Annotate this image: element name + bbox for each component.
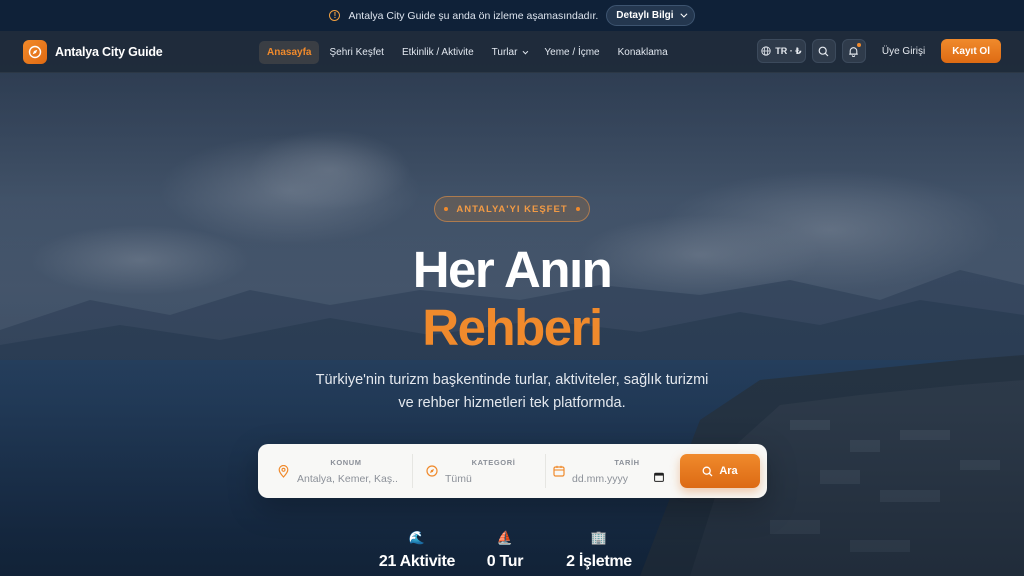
calendar-icon [553,465,565,477]
stat-label: 21 Aktivite [378,553,456,570]
date-input[interactable]: dd.mm.yyyy [572,473,642,485]
stat-tours: ⛵ 0 Tur [475,530,535,571]
search-icon [818,46,829,56]
announcement-text: Antalya City Guide şu anda ön izleme aşa… [348,9,599,22]
nav-item-tours[interactable]: Turlar [484,41,535,64]
hero-badge: ANTALYA'YI KEŞFET [434,196,590,222]
navbar: Antalya City Guide Anasayfa Şehri Keşfet… [0,31,1024,73]
location-input[interactable]: Antalya, Kemer, Kaş... [297,473,397,485]
login-link[interactable]: Üye Girişi [872,46,935,57]
search-submit-button[interactable]: Ara [680,454,760,488]
nav-item-home[interactable]: Anasayfa [259,41,320,64]
compass-icon [426,465,438,477]
stat-businesses: 🏢 2 İşletme [552,530,646,571]
hero-title-line1: Her Anın [412,241,613,298]
announcement-bar: ! Antalya City Guide şu anda ön izleme a… [0,0,1024,31]
hero-title-line2: Rehberi [422,299,603,356]
badge-dot [444,207,449,211]
notification-dot [856,43,861,47]
nav-item-food[interactable]: Yeme / İçme [536,41,607,64]
nav-item-label: Turlar [491,47,518,58]
hero-badge-text: ANTALYA'YI KEŞFET [456,203,568,215]
nav-item-label: Şehri Keşfet [329,47,384,58]
stat-label: 0 Tur [486,553,524,570]
nav-item-label: Etkinlik / Aktivite [401,47,474,58]
info-icon: ! [329,10,341,21]
badge-dot [575,207,580,211]
stat-activities: 🌊 21 Aktivite [368,530,466,571]
nav-item-accommodation[interactable]: Konaklama [610,41,676,64]
search-button-label: Ara [719,465,738,477]
search-card: KONUM Antalya, Kemer, Kaş... KATEGORİ Tü… [258,444,767,498]
signup-button[interactable]: Kayıt Ol [941,39,1001,63]
nav-item-label: Konaklama [617,47,668,58]
nav-item-events[interactable]: Etkinlik / Aktivite [394,41,482,64]
notifications-button[interactable] [841,39,866,63]
search-button[interactable] [811,39,836,63]
category-label: KATEGORİ [471,458,516,467]
nav-item-label: Yeme / İçme [544,47,600,58]
search-icon [702,466,713,476]
brand-link[interactable]: Antalya City Guide [23,40,163,64]
date-label: TARİH [614,458,640,467]
sailboat-icon: ⛵ [496,531,514,546]
location-field[interactable]: KONUM Antalya, Kemer, Kaş... [258,444,408,498]
brand-name: Antalya City Guide [55,45,163,59]
hero-subtitle: Türkiye'nin turizm başkentinde turlar, a… [315,372,709,411]
stat-label: 2 İşletme [566,553,632,570]
chevron-down-icon [522,48,529,54]
map-pin-icon [278,465,289,478]
chevron-down-icon [679,10,687,18]
category-select[interactable]: Tümü [445,473,525,485]
globe-icon [761,46,771,56]
field-divider [545,454,546,488]
nav-item-explore[interactable]: Şehri Keşfet [321,41,391,64]
location-label: KONUM [330,458,362,467]
calendar-picker-icon[interactable] [654,472,664,482]
bell-icon [849,46,859,57]
building-icon: 🏢 [590,531,608,546]
details-button[interactable]: Detaylı Bilgi [606,5,695,26]
signup-button-label: Kayıt Ol [952,45,990,57]
main-menu: Anasayfa Şehri Keşfet Etkinlik / Aktivit… [259,41,678,64]
compass-icon [23,40,47,64]
field-divider [412,454,413,488]
language-label: TR · ₺ [775,45,802,56]
nav-item-label: Anasayfa [267,47,312,58]
nav-actions: TR · ₺ Üye Girişi Kayıt Ol [756,39,1001,63]
details-button-label: Detaylı Bilgi [616,10,674,21]
language-currency-button[interactable]: TR · ₺ [756,39,806,63]
date-field[interactable]: TARİH dd.mm.yyyy [549,444,674,498]
wave-icon: 🌊 [408,531,426,546]
category-field[interactable]: KATEGORİ Tümü [416,444,541,498]
